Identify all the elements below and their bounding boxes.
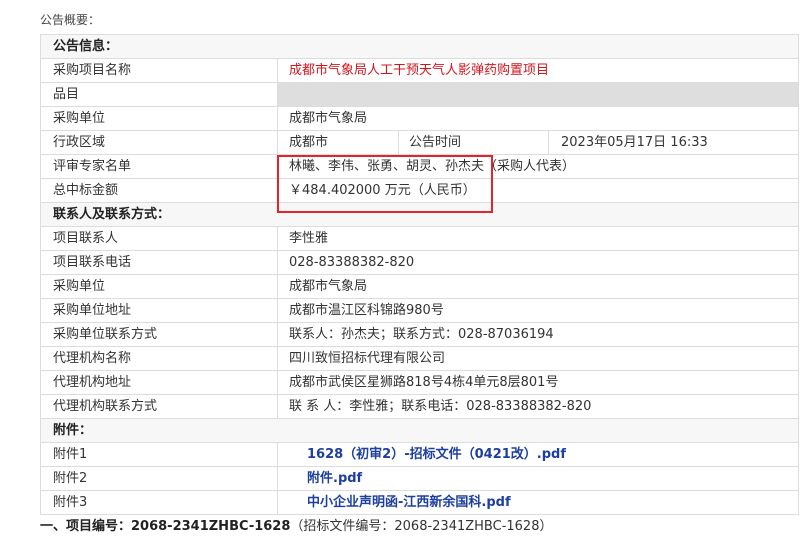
contact-value: 028-83388382-820	[276, 250, 800, 275]
summary-title: 公告概要：	[40, 13, 101, 27]
contact-label: 项目联系电话	[40, 250, 278, 275]
notice-table: 公告信息： 采购项目名称 成都市气象局人工干预天气人影弹药购置项目 品目 采购单…	[39, 34, 800, 515]
table-row: 项目联系电话 028-83388382-820	[40, 250, 800, 275]
section-heading-attachments: 附件：	[39, 418, 800, 443]
total-amount-label: 总中标金额	[40, 178, 278, 203]
contact-label: 采购单位	[40, 274, 278, 299]
attachment-label: 附件2	[40, 466, 278, 491]
contact-label: 代理机构地址	[40, 370, 278, 395]
attachment-cell: 附件.pdf	[276, 466, 800, 491]
project-number-line: 一、项目编号：2068-2341ZHBC-1628（招标文件编号：2068-23…	[40, 519, 552, 535]
region-label: 行政区域	[40, 130, 278, 155]
table-row: 采购单位联系方式 联系人：孙杰夫；联系方式：028-87036194	[40, 322, 800, 347]
table-row: 行政区域 成都市 公告时间 2023年05月17日 16:33	[40, 130, 800, 155]
table-row: 附件2 附件.pdf	[40, 466, 800, 491]
attachment-label: 附件1	[40, 442, 278, 467]
table-row: 附件1 1628（初审2）-招标文件（0421改）.pdf	[40, 442, 800, 467]
table-row: 代理机构联系方式 联 系 人：李性雅；联系电话：028-83388382-820	[40, 394, 800, 419]
section-heading-contacts: 联系人及联系方式：	[39, 202, 800, 227]
experts-label: 评审专家名单	[40, 154, 278, 179]
contact-value: 成都市气象局	[276, 274, 800, 299]
table-row: 采购单位 成都市气象局	[40, 274, 800, 299]
attachment-cell: 中小企业声明函-江西新余国科.pdf	[276, 490, 800, 515]
contact-value: 李性雅	[276, 226, 800, 251]
project-number-note: （招标文件编号：2068-2341ZHBC-1628）	[290, 519, 553, 534]
category-label: 品目	[40, 82, 278, 107]
attachment-cell: 1628（初审2）-招标文件（0421改）.pdf	[276, 442, 800, 467]
section-row-contacts: 联系人及联系方式：	[39, 202, 800, 227]
table-row: 采购单位 成都市气象局	[40, 106, 800, 131]
section-row-attachments: 附件：	[39, 418, 800, 443]
table-row: 评审专家名单 林曦、李伟、张勇、胡灵、孙杰夫（采购人代表）	[40, 154, 800, 179]
project-name-value: 成都市气象局人工干预天气人影弹药购置项目	[276, 58, 800, 83]
project-number-main: 一、项目编号：2068-2341ZHBC-1628	[40, 519, 291, 534]
purchaser-label: 采购单位	[40, 106, 278, 131]
total-amount-value: ￥484.402000 万元（人民币）	[276, 178, 800, 203]
experts-value: 林曦、李伟、张勇、胡灵、孙杰夫（采购人代表）	[276, 154, 800, 179]
contact-value: 联系人：孙杰夫；联系方式：028-87036194	[276, 322, 800, 347]
section-row-announcement: 公告信息：	[39, 34, 800, 59]
table-row: 附件3 中小企业声明函-江西新余国科.pdf	[40, 490, 800, 515]
publish-time-value: 2023年05月17日 16:33	[547, 130, 800, 155]
contact-value: 四川致恒招标代理有限公司	[276, 346, 800, 371]
contact-label: 代理机构名称	[40, 346, 278, 371]
table-row: 代理机构名称 四川致恒招标代理有限公司	[40, 346, 800, 371]
table-row: 项目联系人 李性雅	[40, 226, 800, 251]
contact-value: 成都市武侯区星狮路818号4栋4单元8层801号	[276, 370, 800, 395]
contact-value: 联 系 人：李性雅；联系电话：028-83388382-820	[276, 394, 800, 419]
attachment-link-1[interactable]: 1628（初审2）-招标文件（0421改）.pdf	[307, 447, 566, 462]
project-name-label: 采购项目名称	[40, 58, 278, 83]
contact-label: 采购单位地址	[40, 298, 278, 323]
table-row: 采购项目名称 成都市气象局人工干预天气人影弹药购置项目	[40, 58, 800, 83]
contact-label: 代理机构联系方式	[40, 394, 278, 419]
attachment-label: 附件3	[40, 490, 278, 515]
table-row: 代理机构地址 成都市武侯区星狮路818号4栋4单元8层801号	[40, 370, 800, 395]
section-heading-announcement: 公告信息：	[39, 34, 800, 59]
table-row: 品目	[40, 82, 800, 107]
attachment-link-3[interactable]: 中小企业声明函-江西新余国科.pdf	[307, 495, 511, 510]
table-row: 总中标金额 ￥484.402000 万元（人民币）	[40, 178, 800, 203]
category-value	[276, 82, 800, 107]
contact-value: 成都市温江区科锦路980号	[276, 298, 800, 323]
contact-label: 采购单位联系方式	[40, 322, 278, 347]
region-value: 成都市	[277, 130, 399, 155]
attachment-link-2[interactable]: 附件.pdf	[307, 471, 362, 486]
purchaser-value: 成都市气象局	[276, 106, 800, 131]
contact-label: 项目联系人	[40, 226, 278, 251]
table-row: 采购单位地址 成都市温江区科锦路980号	[40, 298, 800, 323]
publish-time-label: 公告时间	[398, 130, 549, 155]
